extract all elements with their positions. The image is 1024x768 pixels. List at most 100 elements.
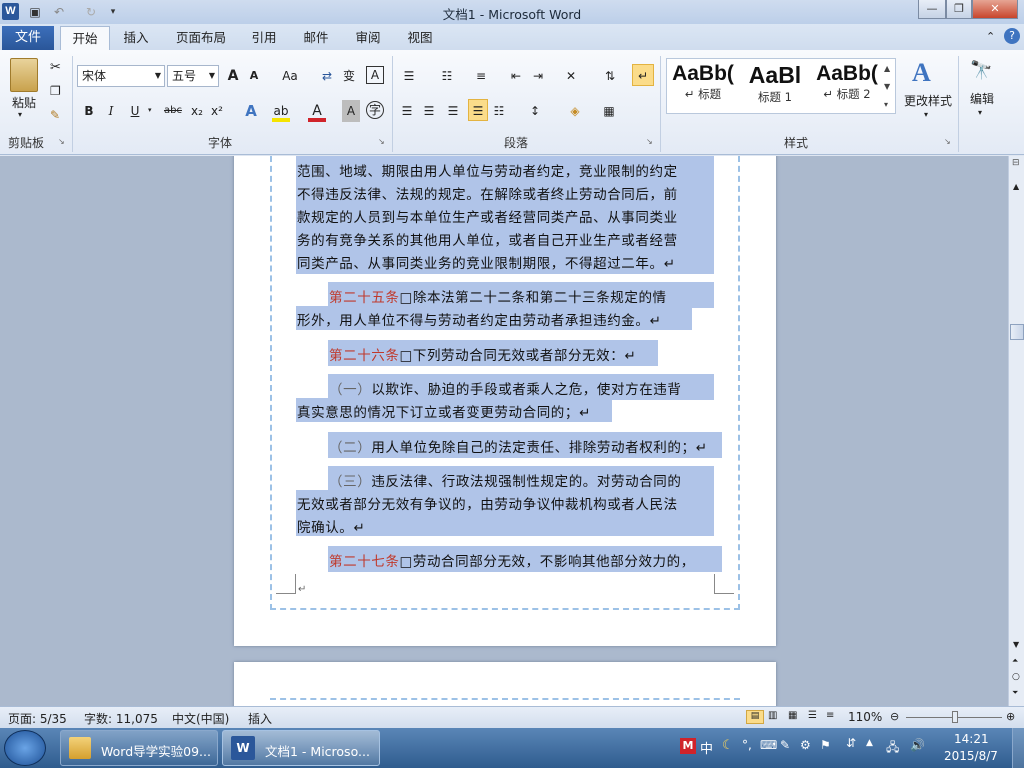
punctuation-icon[interactable]: °, bbox=[742, 738, 752, 752]
word-count[interactable]: 字数: 11,075 bbox=[84, 710, 158, 727]
print-layout-view-icon[interactable]: ▤ bbox=[746, 710, 764, 724]
ime-settings-icon[interactable]: ⚑ bbox=[820, 738, 831, 752]
justify-button[interactable]: ☰ bbox=[468, 99, 488, 121]
paste-icon[interactable] bbox=[10, 58, 38, 92]
style-heading-1[interactable]: AaBl 标题 1 bbox=[740, 60, 810, 112]
clock-date[interactable]: 2015/8/7 bbox=[944, 749, 998, 763]
scroll-down-icon[interactable]: ▼ bbox=[1013, 640, 1019, 649]
full-screen-reading-icon[interactable]: ▥ bbox=[768, 710, 777, 721]
character-border-icon[interactable]: 变 bbox=[340, 65, 358, 87]
insert-mode-indicator[interactable]: 插入 bbox=[248, 710, 272, 727]
style-heading[interactable]: AaBb(↵ 标题 bbox=[668, 60, 738, 112]
taskbar-item-word[interactable]: W 文档1 - Microso... bbox=[222, 730, 380, 766]
scroll-up-icon[interactable]: ▲ bbox=[1013, 182, 1019, 191]
previous-page-icon[interactable]: ⏶ bbox=[1012, 656, 1018, 666]
tab-view[interactable]: 视图 bbox=[400, 26, 440, 50]
tab-review[interactable]: 审阅 bbox=[348, 26, 388, 50]
strikethrough-button[interactable]: abc bbox=[160, 100, 186, 122]
cut-icon[interactable]: ✂ bbox=[50, 60, 61, 75]
character-shading-button[interactable]: A bbox=[342, 100, 360, 122]
tab-insert[interactable]: 插入 bbox=[114, 26, 158, 50]
decrease-indent-button[interactable]: ⇤ bbox=[506, 65, 526, 87]
keyboard-icon[interactable]: ⌨ bbox=[760, 738, 777, 752]
paste-dropdown-icon[interactable]: ▾ bbox=[18, 110, 22, 119]
tab-mailings[interactable]: 邮件 bbox=[296, 26, 336, 50]
network-icon[interactable]: 🖧 bbox=[886, 738, 899, 759]
italic-button[interactable]: I bbox=[102, 100, 120, 122]
change-case-button[interactable]: Aa bbox=[278, 65, 302, 87]
font-launcher-icon[interactable]: ↘ bbox=[378, 137, 385, 146]
web-layout-icon[interactable]: ▦ bbox=[788, 710, 797, 721]
clipboard-launcher-icon[interactable]: ↘ bbox=[58, 137, 65, 146]
text-effects-button[interactable]: A bbox=[240, 100, 262, 122]
underline-button[interactable]: U bbox=[126, 100, 144, 122]
bullets-button[interactable]: ☰ bbox=[398, 65, 420, 87]
borders-button[interactable]: ▦ bbox=[598, 100, 620, 122]
align-right-button[interactable]: ☰ bbox=[444, 100, 462, 122]
ime-skin-icon[interactable]: ⚙ bbox=[800, 738, 811, 752]
tab-home[interactable]: 开始 bbox=[60, 26, 110, 50]
outline-view-icon[interactable]: ☰ bbox=[808, 710, 817, 721]
minimize-ribbon-icon[interactable]: ⌃ bbox=[986, 30, 995, 43]
ime-tools-icon[interactable]: ✎ bbox=[780, 738, 790, 752]
taskbar-item-explorer[interactable]: Word导学实验09... bbox=[60, 730, 218, 766]
numbering-button[interactable]: ☷ bbox=[436, 65, 458, 87]
paragraph-launcher-icon[interactable]: ↘ bbox=[646, 137, 653, 146]
copy-icon[interactable]: ❐ bbox=[50, 84, 61, 98]
ime-options-icon[interactable]: ⇵ bbox=[846, 736, 856, 750]
shrink-font-button[interactable]: A bbox=[246, 65, 262, 87]
minimize-button[interactable]: — bbox=[918, 0, 946, 19]
show-hidden-icons[interactable]: ▲ bbox=[866, 738, 873, 748]
paste-button[interactable]: 粘贴 bbox=[6, 92, 42, 114]
superscript-button[interactable]: x² bbox=[208, 100, 226, 122]
multilevel-list-button[interactable]: ≡ bbox=[470, 65, 492, 87]
phonetic-guide-icon[interactable]: ⇄ bbox=[318, 65, 336, 87]
zoom-in-icon[interactable]: ⊕ bbox=[1006, 710, 1015, 723]
increase-indent-button[interactable]: ⇥ bbox=[528, 65, 548, 87]
font-name-dropdown[interactable]: 宋体 ▼ bbox=[77, 65, 165, 87]
shading-button[interactable]: ◈ bbox=[564, 100, 586, 122]
bold-button[interactable]: B bbox=[80, 100, 98, 122]
show-marks-button[interactable]: ↵ bbox=[632, 64, 654, 86]
font-color-button[interactable]: A bbox=[308, 100, 326, 122]
enclose-character-icon[interactable]: A bbox=[366, 66, 384, 84]
ime-mode[interactable]: 中 bbox=[700, 738, 713, 757]
start-button[interactable] bbox=[4, 730, 46, 766]
zoom-level[interactable]: 110% bbox=[848, 710, 882, 724]
zoom-out-icon[interactable]: ⊖ bbox=[890, 710, 899, 723]
tab-page-layout[interactable]: 页面布局 bbox=[168, 26, 234, 50]
change-styles-button[interactable]: 更改样式 bbox=[900, 90, 956, 112]
font-size-dropdown[interactable]: 五号 ▼ bbox=[167, 65, 219, 87]
styles-launcher-icon[interactable]: ↘ bbox=[944, 137, 951, 146]
volume-icon[interactable]: 🔊 bbox=[910, 738, 925, 752]
language-indicator[interactable]: 中文(中国) bbox=[172, 710, 229, 727]
moon-icon[interactable]: ☾ bbox=[722, 738, 734, 753]
subscript-button[interactable]: x₂ bbox=[188, 100, 206, 122]
style-heading-2[interactable]: AaBb(↵ 标题 2 bbox=[812, 60, 882, 112]
tab-references[interactable]: 引用 bbox=[244, 26, 284, 50]
chinese-layout-button[interactable]: ✕ bbox=[560, 65, 582, 87]
sort-button[interactable]: ⇅ bbox=[600, 65, 620, 87]
maximize-button[interactable]: ❐ bbox=[946, 0, 972, 19]
distributed-button[interactable]: ☷ bbox=[490, 100, 508, 122]
help-icon[interactable]: ? bbox=[1004, 28, 1020, 44]
ruler-toggle-icon[interactable]: ⊟ bbox=[1012, 158, 1020, 168]
format-painter-icon[interactable]: ✎ bbox=[50, 108, 60, 122]
show-desktop-button[interactable] bbox=[1012, 728, 1024, 768]
line-spacing-button[interactable]: ↕ bbox=[524, 100, 546, 122]
close-button[interactable]: ✕ bbox=[972, 0, 1018, 19]
tab-file[interactable]: 文件 bbox=[2, 26, 54, 50]
page-indicator[interactable]: 页面: 5/35 bbox=[8, 710, 67, 727]
draft-view-icon[interactable]: ≡ bbox=[826, 710, 834, 721]
clock-time[interactable]: 14:21 bbox=[954, 732, 989, 746]
browse-object-icon[interactable]: ○ bbox=[1012, 672, 1020, 682]
editing-button[interactable]: 编辑 bbox=[962, 88, 1002, 110]
scroll-thumb[interactable] bbox=[1010, 324, 1024, 340]
highlight-color-button[interactable]: ab bbox=[272, 100, 290, 122]
zoom-slider-thumb[interactable] bbox=[952, 711, 958, 723]
grow-font-button[interactable]: A bbox=[224, 65, 242, 87]
align-left-button[interactable]: ☰ bbox=[398, 100, 416, 122]
vertical-scrollbar[interactable]: ⊟ ▲ ▼ ⏶ ○ ⏷ bbox=[1008, 156, 1024, 706]
enclosed-char-icon[interactable]: 字 bbox=[366, 101, 384, 119]
ime-logo-icon[interactable]: M bbox=[680, 738, 696, 754]
